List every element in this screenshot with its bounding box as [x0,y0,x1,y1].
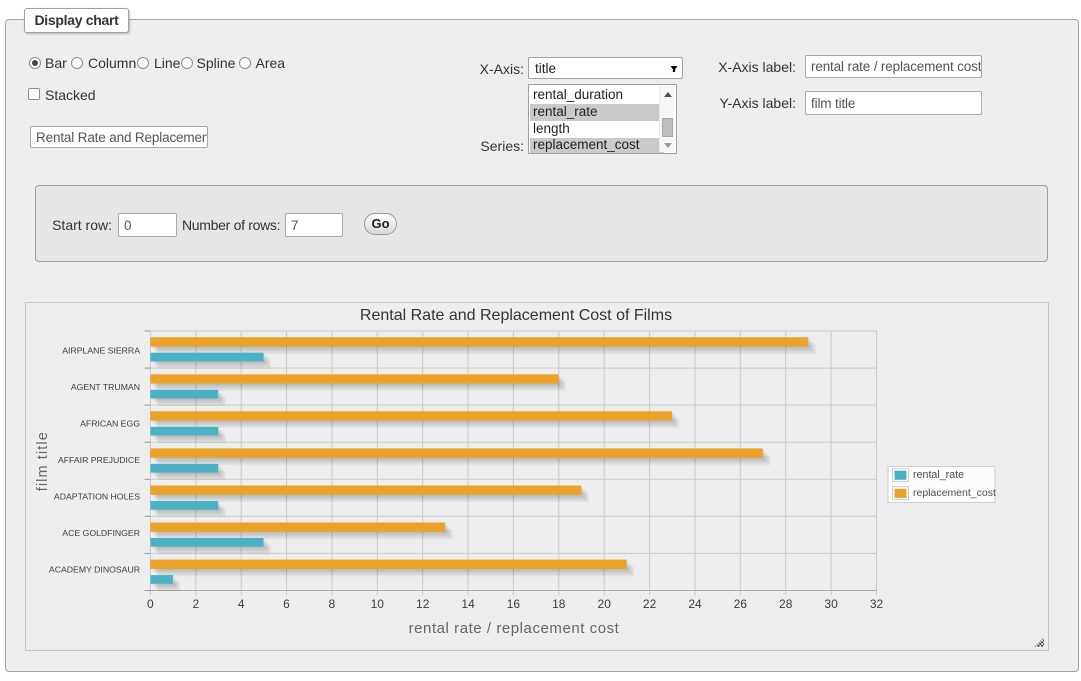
svg-text:14: 14 [461,597,475,611]
svg-text:20: 20 [598,597,612,611]
svg-text:30: 30 [824,597,838,611]
svg-text:AIRPLANE SIERRA: AIRPLANE SIERRA [62,346,140,356]
svg-text:28: 28 [779,597,793,611]
svg-text:ACADEMY DINOSAUR: ACADEMY DINOSAUR [49,564,140,574]
svg-text:10: 10 [371,597,385,611]
svg-text:18: 18 [552,597,566,611]
svg-text:rental rate / replacement cost: rental rate / replacement cost [409,620,620,637]
svg-text:Rental Rate and Replacement Co: Rental Rate and Replacement Cost of Film… [360,307,672,324]
svg-text:ADAPTATION HOLES: ADAPTATION HOLES [54,492,140,502]
svg-text:16: 16 [507,597,521,611]
svg-text:2: 2 [192,597,199,611]
svg-text:AFRICAN EGG: AFRICAN EGG [80,419,140,429]
svg-text:rental_rate: rental_rate [913,469,964,481]
svg-text:12: 12 [416,597,430,611]
svg-text:film title: film title [35,431,51,491]
svg-text:8: 8 [329,597,336,611]
svg-text:replacement_cost: replacement_cost [913,487,996,499]
svg-text:26: 26 [734,597,748,611]
svg-text:0: 0 [147,597,154,611]
svg-text:6: 6 [283,597,290,611]
svg-text:22: 22 [643,597,657,611]
svg-text:32: 32 [870,597,884,611]
svg-text:ACE GOLDFINGER: ACE GOLDFINGER [62,528,140,538]
svg-text:AGENT TRUMAN: AGENT TRUMAN [71,382,140,392]
svg-text:AFFAIR PREJUDICE: AFFAIR PREJUDICE [58,455,140,465]
svg-text:4: 4 [238,597,245,611]
svg-text:24: 24 [688,597,702,611]
